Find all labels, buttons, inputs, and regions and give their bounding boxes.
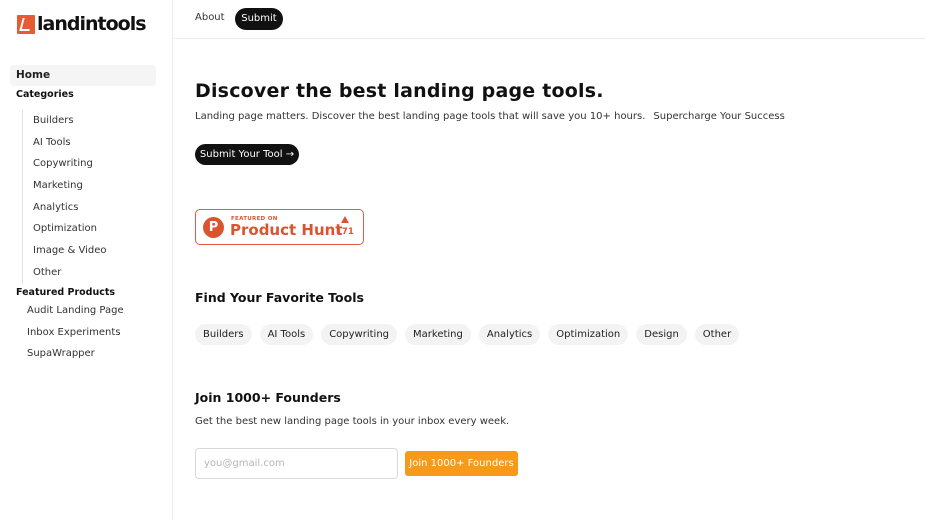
sidebar-item-builders[interactable]: Builders: [23, 110, 152, 132]
favorites-title: Find Your Favorite Tools: [195, 290, 364, 305]
sidebar-item-analytics[interactable]: Analytics: [23, 197, 152, 219]
category-chips: Builders AI Tools Copywriting Marketing …: [195, 324, 740, 345]
featured-products-heading: Featured Products: [16, 287, 116, 298]
newsletter-subtitle: Get the best new landing page tools in y…: [195, 416, 510, 427]
hero-tagline: Supercharge Your Success: [653, 111, 785, 122]
categories-heading: Categories: [16, 89, 74, 100]
chip-ai-tools[interactable]: AI Tools: [259, 324, 314, 345]
submit-button[interactable]: Submit: [235, 8, 283, 30]
featured-item-audit-landing-page[interactable]: Audit Landing Page: [27, 300, 124, 322]
chip-design[interactable]: Design: [636, 324, 687, 345]
sidebar-item-home[interactable]: Home: [10, 65, 156, 86]
chip-analytics[interactable]: Analytics: [478, 324, 541, 345]
chip-other[interactable]: Other: [694, 324, 740, 345]
sidebar-item-image-video[interactable]: Image & Video: [23, 240, 152, 262]
sidebar-item-other[interactable]: Other: [23, 262, 152, 284]
newsletter-title: Join 1000+ Founders: [195, 390, 341, 405]
upvote-arrow-icon: [341, 216, 349, 223]
sidebar: landintools Home Categories Builders AI …: [0, 0, 173, 520]
product-hunt-upvote-count: 171: [336, 227, 354, 237]
chip-marketing[interactable]: Marketing: [405, 324, 471, 345]
product-hunt-badge[interactable]: P FEATURED ON Product Hunt 171: [195, 209, 364, 245]
chip-optimization[interactable]: Optimization: [548, 324, 629, 345]
sidebar-item-marketing[interactable]: Marketing: [23, 175, 152, 197]
sidebar-item-copywriting[interactable]: Copywriting: [23, 153, 152, 175]
logo-text: landintools: [37, 13, 147, 35]
product-hunt-icon: P: [203, 217, 224, 238]
chip-copywriting[interactable]: Copywriting: [321, 324, 398, 345]
top-nav: About Submit: [174, 0, 925, 39]
featured-item-inbox-experiments[interactable]: Inbox Experiments: [27, 322, 124, 344]
sidebar-item-ai-tools[interactable]: AI Tools: [23, 132, 152, 154]
featured-products-list: Audit Landing Page Inbox Experiments Sup…: [27, 300, 124, 365]
email-input[interactable]: [195, 448, 398, 479]
submit-your-tool-button[interactable]: Submit Your Tool →: [195, 144, 299, 165]
logo[interactable]: landintools: [17, 13, 147, 35]
hero-description: Landing page matters. Discover the best …: [195, 111, 646, 122]
product-hunt-name: Product Hunt: [230, 221, 343, 239]
join-founders-button[interactable]: Join 1000+ Founders: [405, 451, 518, 476]
sidebar-item-optimization[interactable]: Optimization: [23, 218, 152, 240]
about-link[interactable]: About: [195, 12, 225, 23]
category-list: Builders AI Tools Copywriting Marketing …: [22, 110, 152, 284]
chip-builders[interactable]: Builders: [195, 324, 252, 345]
page-title: Discover the best landing page tools.: [195, 80, 604, 102]
hero-subtitle: Landing page matters. Discover the best …: [195, 111, 785, 122]
featured-item-supawrapper[interactable]: SupaWrapper: [27, 343, 124, 365]
landintools-logo-icon: [17, 14, 35, 34]
